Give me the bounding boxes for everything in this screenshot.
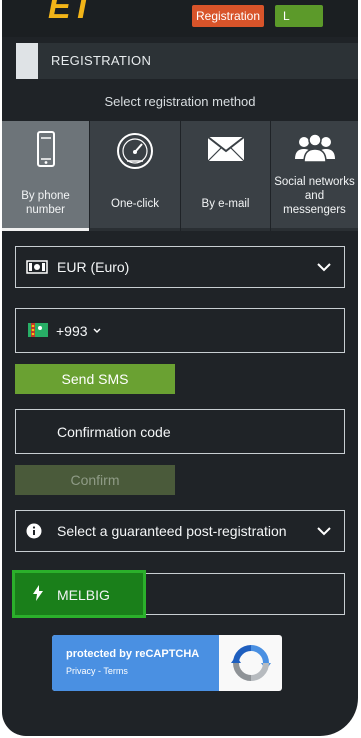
registration-button[interactable]: Registration: [192, 5, 264, 27]
bonus-select[interactable]: Select a guaranteed post-registration: [15, 510, 345, 552]
people-icon: [271, 131, 358, 171]
recaptcha-logo-icon: [231, 645, 271, 681]
confirm-button[interactable]: Confirm: [15, 465, 175, 495]
tab-by-email[interactable]: By e-mail: [181, 121, 270, 231]
login-button[interactable]: L: [275, 5, 323, 27]
send-sms-button[interactable]: Send SMS: [15, 364, 175, 394]
confirmation-code-field[interactable]: Confirmation code: [15, 409, 345, 454]
recaptcha-title: protected by reCAPTCHA: [66, 648, 200, 660]
phone-field[interactable]: +993: [15, 308, 345, 353]
chevron-down-icon: [317, 527, 331, 536]
currency-select[interactable]: EUR (Euro): [15, 246, 345, 288]
recaptcha-badge[interactable]: protected by reCAPTCHA Privacy - Terms: [52, 635, 282, 691]
turkmenistan-flag-icon: [28, 323, 48, 337]
registration-panel: ET Registration L REGISTRATION Select re…: [2, 0, 358, 736]
top-bar: ET Registration L: [2, 0, 358, 37]
money-icon: [26, 260, 48, 279]
info-icon: [26, 523, 42, 544]
page-title: REGISTRATION: [51, 53, 152, 68]
tab-one-click[interactable]: One-click: [90, 121, 180, 231]
chevron-down-icon: [93, 328, 101, 333]
recaptcha-links[interactable]: Privacy - Terms: [66, 666, 128, 676]
tab-by-phone[interactable]: By phone number: [2, 121, 89, 231]
tab-social[interactable]: Social networks and messengers: [271, 121, 358, 231]
confirmation-code-placeholder: Confirmation code: [57, 424, 171, 440]
phone-icon: [2, 131, 89, 171]
header-side-strip: [16, 43, 38, 79]
envelope-icon: [181, 131, 270, 171]
phone-code-value[interactable]: +993: [56, 323, 88, 339]
method-title: Select registration method: [104, 94, 256, 109]
speedometer-icon: [90, 131, 180, 171]
tab-label: By phone number: [21, 190, 70, 216]
tab-label: Social networks and messengers: [274, 176, 355, 216]
chevron-down-icon: [317, 263, 331, 272]
registration-method-tabs: By phone number One-click By e-mail Soci…: [2, 121, 358, 231]
lightning-icon: [33, 585, 43, 606]
page-header: REGISTRATION: [38, 43, 358, 79]
brand-logo: ET: [48, 0, 94, 26]
tab-label: By e-mail: [201, 198, 250, 210]
tab-label: One-click: [111, 198, 159, 210]
currency-value: EUR (Euro): [57, 259, 130, 275]
promo-code-value[interactable]: MELBIG: [57, 587, 110, 603]
bonus-select-value: Select a guaranteed post-registration: [57, 523, 287, 539]
